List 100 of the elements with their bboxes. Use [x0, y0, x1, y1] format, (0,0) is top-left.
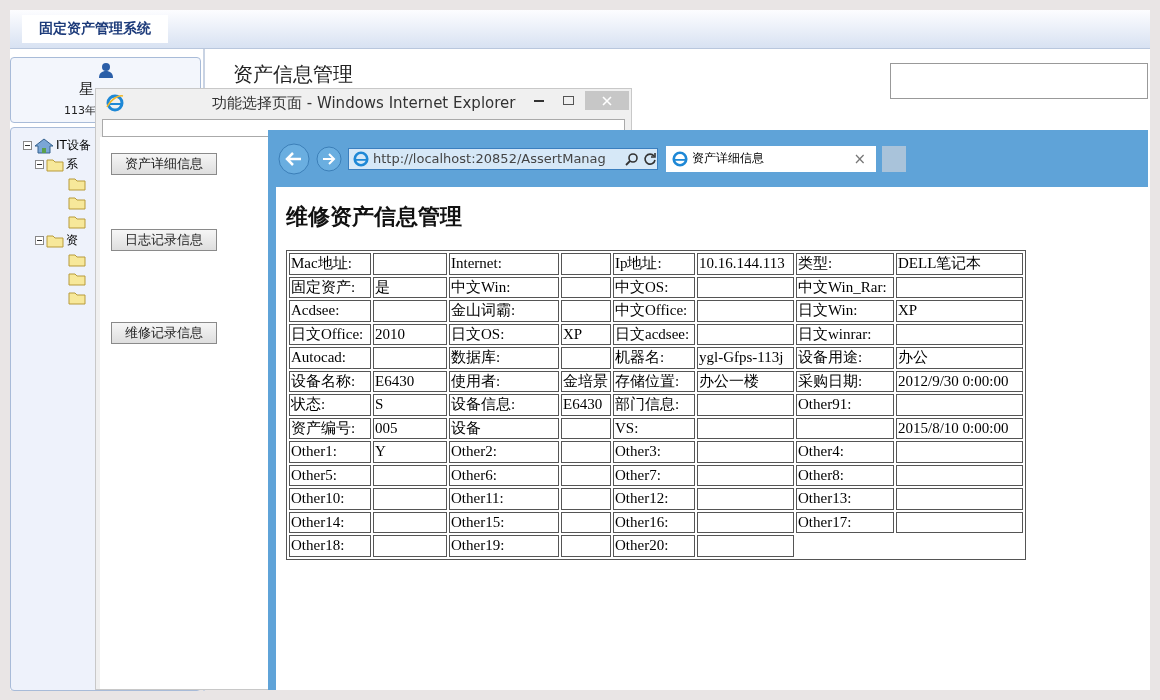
- field-label: 数据库:: [449, 347, 559, 369]
- field-label: Other5:: [289, 464, 371, 486]
- function-button[interactable]: 日志记录信息: [111, 229, 217, 251]
- field-label: 日文acdsee:: [613, 323, 695, 345]
- field-label: Other20:: [613, 535, 695, 557]
- field-label: 类型:: [796, 253, 894, 275]
- field-label: 金山词霸:: [449, 300, 559, 322]
- field-label: 采购日期:: [796, 370, 894, 392]
- table-cell: [561, 347, 611, 369]
- field-label: Other6:: [449, 464, 559, 486]
- field-value: ygl-Gfps-113j: [697, 347, 794, 369]
- field-label: Autocad:: [289, 347, 371, 369]
- field-label: 日文OS:: [449, 323, 559, 345]
- function-button[interactable]: 维修记录信息: [111, 322, 217, 344]
- folder-icon: [46, 233, 64, 248]
- field-label: 存储位置:: [613, 370, 695, 392]
- field-label: Other7:: [613, 464, 695, 486]
- field-value: 2010: [373, 323, 447, 345]
- refresh-icon[interactable]: [643, 151, 657, 166]
- field-label: 机器名:: [613, 347, 695, 369]
- field-value: S: [373, 394, 447, 416]
- field-label: 资产编号:: [289, 417, 371, 439]
- table-cell: [561, 441, 611, 463]
- field-label: Other4:: [796, 441, 894, 463]
- back-icon[interactable]: [278, 142, 310, 175]
- table-cell: [561, 511, 611, 533]
- field-label: 中文Office:: [613, 300, 695, 322]
- field-value: 办公一楼: [697, 370, 794, 392]
- field-label: 日文winrar:: [796, 323, 894, 345]
- browser-icon: [672, 150, 688, 167]
- table-cell: [561, 253, 611, 275]
- folder-icon: [46, 157, 64, 172]
- function-button[interactable]: 资产详细信息: [111, 153, 217, 175]
- field-value: XP: [561, 323, 611, 345]
- user-name: 星: [79, 80, 94, 99]
- user-info: 113年: [64, 103, 96, 118]
- browser-icon: [353, 150, 369, 167]
- search-field[interactable]: [890, 63, 1148, 99]
- field-label: Other13:: [796, 488, 894, 510]
- field-label: Other18:: [289, 535, 371, 557]
- close-tab-button[interactable]: ×: [853, 149, 866, 168]
- collapse-icon[interactable]: [35, 160, 44, 169]
- field-label: 使用者:: [449, 370, 559, 392]
- field-value: 005: [373, 417, 447, 439]
- field-label: Other10:: [289, 488, 371, 510]
- field-value: 10.16.144.113: [697, 253, 794, 275]
- field-label: Other17:: [796, 511, 894, 533]
- browser-tab[interactable]: 资产详细信息 ×: [666, 145, 876, 172]
- search-icon[interactable]: [625, 151, 639, 166]
- tree-item[interactable]: 系: [66, 156, 78, 173]
- field-label: Ip地址:: [613, 253, 695, 275]
- field-label: Other2:: [449, 441, 559, 463]
- table-cell: [561, 276, 611, 298]
- window-title: 功能选择页面 - Windows Internet Explorer: [212, 94, 516, 113]
- field-label: Other16:: [613, 511, 695, 533]
- browser-icon: [106, 94, 124, 112]
- address-field[interactable]: http://localhost:20852/AssertManag: [348, 147, 658, 170]
- folder-icon: [68, 290, 86, 305]
- field-label: Mac地址:: [289, 253, 371, 275]
- field-label: 中文Win:: [449, 276, 559, 298]
- collapse-icon[interactable]: [23, 141, 32, 150]
- table-cell: [561, 488, 611, 510]
- table-cell: [561, 300, 611, 322]
- field-label: 设备名称:: [289, 370, 371, 392]
- minimize-icon[interactable]: [534, 100, 544, 103]
- house-icon: [34, 137, 54, 154]
- collapse-icon[interactable]: [35, 236, 44, 245]
- field-label: Other91:: [796, 394, 894, 416]
- table-cell: [561, 417, 611, 439]
- folder-icon: [68, 252, 86, 267]
- field-label: 日文Office:: [289, 323, 371, 345]
- table-cell: [561, 464, 611, 486]
- field-label: 设备: [449, 417, 559, 439]
- field-label: 中文Win_Rar:: [796, 276, 894, 298]
- field-value: XP: [896, 300, 1023, 322]
- field-label: 日文Win:: [796, 300, 894, 322]
- field-label: Acdsee:: [289, 300, 371, 322]
- field-value: 2012/9/30 0:00:00: [896, 370, 1023, 392]
- table-cell: [561, 535, 611, 557]
- field-label: 中文OS:: [613, 276, 695, 298]
- field-value: E6430: [373, 370, 447, 392]
- tree-item[interactable]: IT设备: [56, 137, 91, 154]
- field-value: 金培景: [561, 370, 611, 392]
- field-label: Other14:: [289, 511, 371, 533]
- folder-icon: [68, 176, 86, 191]
- tree-item[interactable]: 资: [66, 232, 78, 249]
- page-heading: 维修资产信息管理: [286, 203, 463, 231]
- field-label: Other12:: [613, 488, 695, 510]
- field-label: 设备信息:: [449, 394, 559, 416]
- field-label: Other11:: [449, 488, 559, 510]
- folder-icon: [68, 214, 86, 229]
- field-value: Y: [373, 441, 447, 463]
- field-label: Internet:: [449, 253, 559, 275]
- field-value: 是: [373, 276, 447, 298]
- field-label: 部门信息:: [613, 394, 695, 416]
- field-label: Other1:: [289, 441, 371, 463]
- forward-icon[interactable]: [316, 145, 342, 172]
- field-label: Other3:: [613, 441, 695, 463]
- field-label: Other15:: [449, 511, 559, 533]
- maximize-icon[interactable]: [563, 96, 574, 105]
